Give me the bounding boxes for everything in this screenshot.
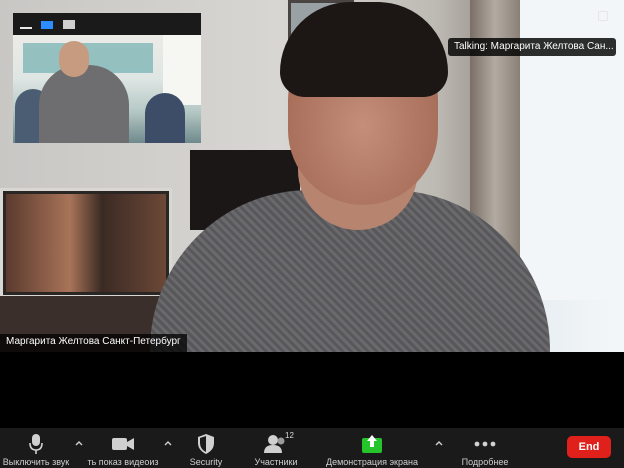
mute-label: Выключить звук bbox=[2, 457, 70, 467]
more-button[interactable]: Подробнее bbox=[454, 428, 516, 468]
share-screen-icon bbox=[322, 433, 422, 455]
talking-indicator: Talking: Маргарита Желтова Сан... bbox=[448, 38, 616, 56]
participants-icon bbox=[246, 433, 306, 455]
thumbnail-video bbox=[13, 35, 201, 143]
video-label: ть показ видеоиз bbox=[87, 457, 159, 467]
caret-up-icon[interactable] bbox=[163, 438, 173, 448]
participant-thumbnail-window[interactable] bbox=[13, 13, 201, 143]
maximize-icon[interactable] bbox=[63, 20, 75, 29]
meeting-toolbar: Выключить звук ть показ видеоиз Security bbox=[0, 428, 624, 468]
speaker-name-label: Маргарита Желтова Санкт-Петербург bbox=[0, 334, 187, 352]
participant-person-main bbox=[39, 65, 129, 143]
participants-label: Участники bbox=[254, 457, 298, 467]
microphone-icon bbox=[0, 433, 72, 455]
video-camera-icon bbox=[86, 433, 160, 455]
participants-count-badge: 12 bbox=[285, 431, 294, 440]
participants-button[interactable]: Участники bbox=[246, 428, 306, 468]
fullscreen-icon[interactable] bbox=[598, 11, 608, 21]
stop-video-button[interactable]: ть показ видеоиз bbox=[86, 428, 160, 468]
minimize-icon[interactable] bbox=[20, 20, 32, 29]
background-monitor bbox=[0, 188, 172, 298]
shield-icon bbox=[178, 433, 234, 455]
more-dots-icon bbox=[454, 433, 516, 455]
caret-up-icon[interactable] bbox=[74, 438, 84, 448]
participant-face bbox=[59, 41, 89, 77]
view-toggle-icon[interactable] bbox=[41, 21, 53, 29]
share-screen-button[interactable]: Демонстрация экрана bbox=[322, 428, 422, 468]
thumbnail-titlebar[interactable] bbox=[13, 13, 201, 35]
share-label: Демонстрация экрана bbox=[326, 457, 418, 467]
mute-button[interactable]: Выключить звук bbox=[0, 428, 72, 468]
security-label: Security bbox=[189, 457, 223, 467]
caret-up-icon[interactable] bbox=[434, 438, 444, 448]
more-label: Подробнее bbox=[461, 457, 509, 467]
security-button[interactable]: Security bbox=[178, 428, 234, 468]
end-meeting-button[interactable]: End bbox=[567, 436, 611, 458]
participant-person bbox=[145, 93, 185, 143]
